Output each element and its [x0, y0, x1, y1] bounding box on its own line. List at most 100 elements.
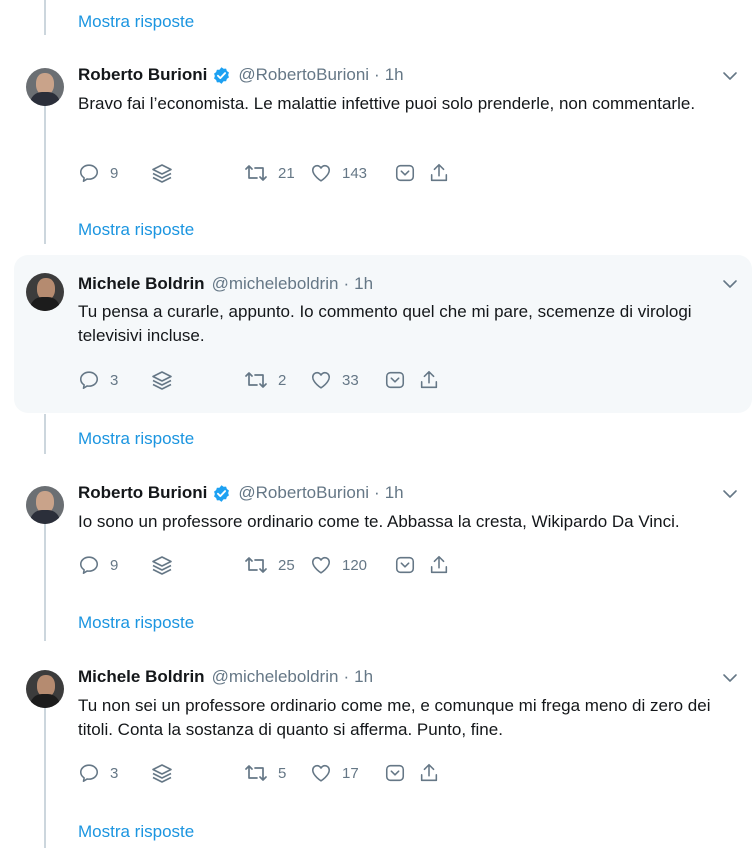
- heart-icon: [311, 371, 331, 389]
- retweet-icon: [245, 372, 267, 388]
- chevron-down-icon[interactable]: [722, 486, 738, 502]
- thread-line: [44, 414, 46, 454]
- author-name[interactable]: Michele Boldrin: [78, 667, 205, 687]
- separator-dot: ·: [343, 667, 350, 686]
- like-button[interactable]: 33: [310, 369, 359, 391]
- reply-count: 9: [110, 164, 119, 182]
- retweet-count: 25: [278, 556, 295, 574]
- stack-layers-icon: [152, 371, 172, 390]
- author-handle[interactable]: @micheleboldrin: [212, 667, 339, 687]
- tweet-highlighted[interactable]: Michele Boldrin @micheleboldrin · 1h Tu …: [14, 255, 752, 413]
- tweet[interactable]: Michele Boldrin @micheleboldrin · 1h Tu …: [14, 658, 752, 808]
- separator-dot: ·: [374, 65, 380, 84]
- avatar[interactable]: [26, 68, 64, 106]
- share-icon: [420, 763, 438, 782]
- author-handle[interactable]: @RobertoBurioni: [238, 65, 369, 85]
- share-icon: [420, 370, 438, 389]
- thread-stack-button[interactable]: [150, 762, 174, 786]
- bookmark-icon: [395, 556, 415, 574]
- tweet-header: Roberto Burioni @RobertoBurioni · 1h: [78, 65, 404, 85]
- separator-dot: ·: [374, 483, 380, 502]
- tweet[interactable]: Roberto Burioni @RobertoBurioni · 1h Bra…: [14, 56, 752, 206]
- avatar[interactable]: [26, 273, 64, 311]
- retweet-count: 2: [278, 371, 287, 389]
- avatar[interactable]: [26, 670, 64, 708]
- reply-button[interactable]: 3: [78, 762, 118, 784]
- show-replies-link[interactable]: Mostra risposte: [78, 822, 194, 842]
- like-count: 17: [342, 764, 359, 782]
- stack-layers-icon: [152, 764, 172, 783]
- share-icon: [430, 163, 448, 182]
- reply-icon: [79, 371, 99, 390]
- tweet-text: Bravo fai l’economista. Le malattie infe…: [78, 94, 696, 113]
- avatar[interactable]: [26, 486, 64, 524]
- heart-icon: [311, 164, 331, 182]
- chevron-down-icon[interactable]: [722, 670, 738, 686]
- bookmark-icon: [395, 164, 415, 182]
- retweet-button[interactable]: 2: [244, 369, 286, 391]
- verified-badge-icon: [214, 484, 230, 502]
- timestamp[interactable]: 1h: [354, 667, 373, 687]
- timestamp[interactable]: 1h: [385, 483, 404, 503]
- author-name[interactable]: Michele Boldrin: [78, 274, 205, 294]
- tweet-header: Michele Boldrin @micheleboldrin · 1h: [78, 274, 373, 294]
- reply-icon: [79, 556, 99, 575]
- reply-button[interactable]: 9: [78, 162, 118, 184]
- save-button[interactable]: [384, 369, 406, 391]
- tweet-text: Io sono un professore ordinario come te.…: [78, 512, 680, 531]
- like-count: 120: [342, 556, 368, 574]
- share-button[interactable]: [428, 162, 450, 184]
- reply-icon: [79, 764, 99, 783]
- thread-stack-button[interactable]: [150, 369, 174, 393]
- save-button[interactable]: [394, 554, 416, 576]
- save-button[interactable]: [384, 762, 406, 784]
- like-button[interactable]: 143: [310, 162, 367, 184]
- bookmark-icon: [385, 764, 405, 782]
- chevron-down-icon[interactable]: [722, 276, 738, 292]
- reply-button[interactable]: 3: [78, 369, 118, 391]
- stack-layers-icon: [152, 556, 172, 575]
- stack-layers-icon: [152, 164, 172, 183]
- retweet-icon: [245, 765, 267, 781]
- author-handle[interactable]: @RobertoBurioni: [238, 483, 369, 503]
- retweet-icon: [245, 165, 267, 181]
- reply-icon: [79, 164, 99, 183]
- author-handle[interactable]: @micheleboldrin: [212, 274, 339, 294]
- show-replies-link[interactable]: Mostra risposte: [78, 220, 194, 240]
- timestamp[interactable]: 1h: [385, 65, 404, 85]
- retweet-button[interactable]: 5: [244, 762, 286, 784]
- thread-stack-button[interactable]: [150, 554, 174, 578]
- reply-count: 3: [110, 764, 119, 782]
- like-count: 33: [342, 371, 359, 389]
- reply-count: 3: [110, 371, 119, 389]
- share-icon: [430, 555, 448, 574]
- retweet-button[interactable]: 21: [244, 162, 295, 184]
- show-replies-link[interactable]: Mostra risposte: [78, 613, 194, 633]
- chevron-down-icon[interactable]: [722, 68, 738, 84]
- share-button[interactable]: [418, 369, 440, 391]
- reply-button[interactable]: 9: [78, 554, 118, 576]
- tweet-text: Tu pensa a curarle, appunto. Io commento…: [78, 302, 692, 345]
- share-button[interactable]: [418, 762, 440, 784]
- tweet[interactable]: Roberto Burioni @RobertoBurioni · 1h Io …: [14, 474, 752, 604]
- show-replies-link[interactable]: Mostra risposte: [78, 12, 194, 32]
- like-button[interactable]: 17: [310, 762, 359, 784]
- heart-icon: [311, 556, 331, 574]
- separator-dot: ·: [343, 274, 350, 293]
- thread-stack-button[interactable]: [150, 162, 174, 186]
- like-count: 143: [342, 164, 368, 182]
- share-button[interactable]: [428, 554, 450, 576]
- author-name[interactable]: Roberto Burioni: [78, 483, 207, 503]
- heart-icon: [311, 764, 331, 782]
- tweet-text: Tu non sei un professore ordinario come …: [78, 696, 711, 739]
- bookmark-icon: [385, 371, 405, 389]
- retweet-button[interactable]: 25: [244, 554, 295, 576]
- show-replies-link[interactable]: Mostra risposte: [78, 429, 194, 449]
- tweet-header: Michele Boldrin @micheleboldrin · 1h: [78, 667, 373, 687]
- retweet-icon: [245, 557, 267, 573]
- save-button[interactable]: [394, 162, 416, 184]
- like-button[interactable]: 120: [310, 554, 367, 576]
- timestamp[interactable]: 1h: [354, 274, 373, 294]
- retweet-count: 21: [278, 164, 295, 182]
- author-name[interactable]: Roberto Burioni: [78, 65, 207, 85]
